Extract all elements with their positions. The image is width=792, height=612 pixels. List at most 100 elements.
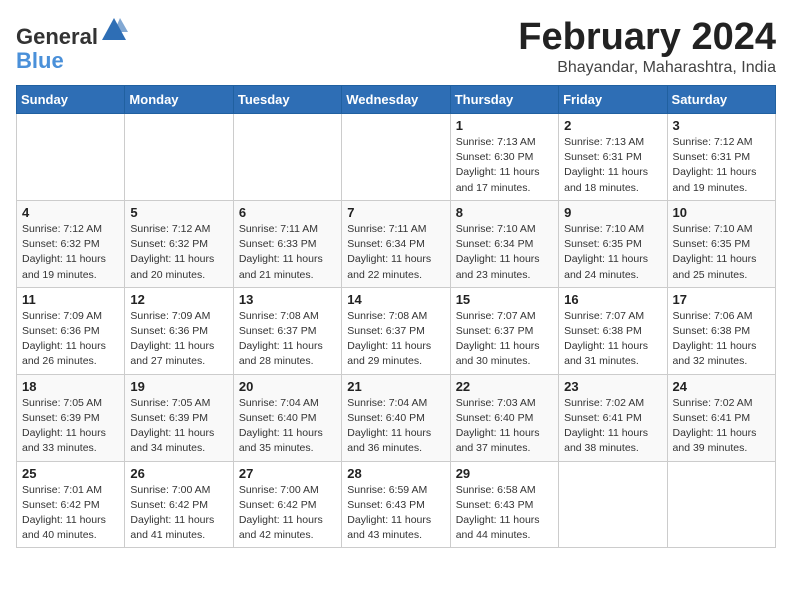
day-info: Sunrise: 7:13 AM Sunset: 6:30 PM Dayligh… [456, 135, 553, 196]
day-info: Sunrise: 7:10 AM Sunset: 6:34 PM Dayligh… [456, 222, 553, 283]
day-number: 6 [239, 205, 336, 220]
day-info: Sunrise: 7:11 AM Sunset: 6:33 PM Dayligh… [239, 222, 336, 283]
day-number: 13 [239, 292, 336, 307]
calendar-cell: 27Sunrise: 7:00 AM Sunset: 6:42 PM Dayli… [233, 461, 341, 548]
logo-icon [100, 16, 128, 44]
day-info: Sunrise: 7:07 AM Sunset: 6:37 PM Dayligh… [456, 309, 553, 370]
day-number: 9 [564, 205, 661, 220]
calendar-cell: 1 Sunrise: 7:13 AM Sunset: 6:30 PM Daylig… [450, 114, 558, 201]
day-info: Sunrise: 7:13 AM Sunset: 6:31 PM Dayligh… [564, 135, 661, 196]
day-info: Sunrise: 7:08 AM Sunset: 6:37 PM Dayligh… [347, 309, 444, 370]
calendar-cell: 13 Sunrise: 7:08 AM Sunset: 6:37 PM Dayli… [233, 287, 341, 374]
day-number: 1 [456, 118, 553, 133]
calendar-cell: 23Sunrise: 7:02 AM Sunset: 6:41 PM Dayli… [559, 374, 667, 461]
calendar-cell: 18 Sunrise: 7:05 AM Sunset: 6:39 PM Dayli… [17, 374, 125, 461]
day-number: 29 [456, 466, 553, 481]
day-info: Sunrise: 7:04 AM Sunset: 6:40 PM Dayligh… [239, 396, 336, 457]
day-number: 25 [22, 466, 119, 481]
calendar-cell: 7Sunrise: 7:11 AM Sunset: 6:34 PM Daylig… [342, 200, 450, 287]
day-number: 20 [239, 379, 336, 394]
day-info: Sunrise: 7:00 AM Sunset: 6:42 PM Dayligh… [130, 483, 227, 544]
day-number: 24 [673, 379, 770, 394]
calendar-cell: 9 Sunrise: 7:10 AM Sunset: 6:35 PM Daylig… [559, 200, 667, 287]
day-info: Sunrise: 7:07 AM Sunset: 6:38 PM Dayligh… [564, 309, 661, 370]
day-number: 17 [673, 292, 770, 307]
day-number: 27 [239, 466, 336, 481]
calendar-cell [559, 461, 667, 548]
day-number: 4 [22, 205, 119, 220]
day-info: Sunrise: 7:09 AM Sunset: 6:36 PM Dayligh… [130, 309, 227, 370]
day-info: Sunrise: 7:10 AM Sunset: 6:35 PM Dayligh… [564, 222, 661, 283]
day-number: 3 [673, 118, 770, 133]
day-number: 11 [22, 292, 119, 307]
logo-blue: Blue [16, 48, 64, 73]
calendar-cell: 17 Sunrise: 7:06 AM Sunset: 6:38 PM Dayli… [667, 287, 775, 374]
calendar-body: 1 Sunrise: 7:13 AM Sunset: 6:30 PM Daylig… [17, 114, 776, 548]
day-info: Sunrise: 7:05 AM Sunset: 6:39 PM Dayligh… [22, 396, 119, 457]
calendar-cell [667, 461, 775, 548]
calendar-cell: 22 Sunrise: 7:03 AM Sunset: 6:40 PM Dayli… [450, 374, 558, 461]
day-number: 5 [130, 205, 227, 220]
calendar-cell: 21 Sunrise: 7:04 AM Sunset: 6:40 PM Dayli… [342, 374, 450, 461]
day-info: Sunrise: 7:05 AM Sunset: 6:39 PM Dayligh… [130, 396, 227, 457]
day-number: 16 [564, 292, 661, 307]
logo: General Blue [16, 16, 128, 73]
day-number: 19 [130, 379, 227, 394]
day-info: Sunrise: 7:12 AM Sunset: 6:31 PM Dayligh… [673, 135, 770, 196]
day-info: Sunrise: 7:12 AM Sunset: 6:32 PM Dayligh… [130, 222, 227, 283]
day-info: Sunrise: 7:02 AM Sunset: 6:41 PM Dayligh… [673, 396, 770, 457]
title-block: February 2024 Bhayandar, Maharashtra, In… [518, 16, 776, 77]
day-number: 21 [347, 379, 444, 394]
day-number: 28 [347, 466, 444, 481]
day-info: Sunrise: 7:08 AM Sunset: 6:37 PM Dayligh… [239, 309, 336, 370]
day-info: Sunrise: 7:02 AM Sunset: 6:41 PM Dayligh… [564, 396, 661, 457]
calendar-title: February 2024 [518, 16, 776, 59]
calendar-cell: 10 Sunrise: 7:10 AM Sunset: 6:35 PM Dayli… [667, 200, 775, 287]
day-info: Sunrise: 7:09 AM Sunset: 6:36 PM Dayligh… [22, 309, 119, 370]
day-number: 12 [130, 292, 227, 307]
calendar-cell: 15 Sunrise: 7:07 AM Sunset: 6:37 PM Dayli… [450, 287, 558, 374]
day-info: Sunrise: 7:06 AM Sunset: 6:38 PM Dayligh… [673, 309, 770, 370]
day-number: 2 [564, 118, 661, 133]
calendar-cell: 6 Sunrise: 7:11 AM Sunset: 6:33 PM Daylig… [233, 200, 341, 287]
day-info: Sunrise: 7:11 AM Sunset: 6:34 PM Dayligh… [347, 222, 444, 283]
day-number: 10 [673, 205, 770, 220]
weekday-header-row: SundayMondayTuesdayWednesdayThursdayFrid… [17, 86, 776, 114]
day-info: Sunrise: 7:04 AM Sunset: 6:40 PM Dayligh… [347, 396, 444, 457]
calendar-cell: 14 Sunrise: 7:08 AM Sunset: 6:37 PM Dayli… [342, 287, 450, 374]
day-number: 15 [456, 292, 553, 307]
calendar-cell: 24 Sunrise: 7:02 AM Sunset: 6:41 PM Dayli… [667, 374, 775, 461]
weekday-header: Friday [559, 86, 667, 114]
calendar-table: SundayMondayTuesdayWednesdayThursdayFrid… [16, 85, 776, 548]
weekday-header: Thursday [450, 86, 558, 114]
page-header: General Blue February 2024 Bhayandar, Ma… [16, 16, 776, 77]
day-number: 22 [456, 379, 553, 394]
calendar-cell: 28 Sunrise: 6:59 AM Sunset: 6:43 PM Dayli… [342, 461, 450, 548]
weekday-header: Wednesday [342, 86, 450, 114]
calendar-cell [233, 114, 341, 201]
day-info: Sunrise: 6:59 AM Sunset: 6:43 PM Dayligh… [347, 483, 444, 544]
day-info: Sunrise: 7:10 AM Sunset: 6:35 PM Dayligh… [673, 222, 770, 283]
calendar-week-row: 18 Sunrise: 7:05 AM Sunset: 6:39 PM Dayli… [17, 374, 776, 461]
weekday-header: Monday [125, 86, 233, 114]
day-number: 18 [22, 379, 119, 394]
calendar-cell: 19 Sunrise: 7:05 AM Sunset: 6:39 PM Dayli… [125, 374, 233, 461]
weekday-header: Tuesday [233, 86, 341, 114]
calendar-cell: 8Sunrise: 7:10 AM Sunset: 6:34 PM Daylig… [450, 200, 558, 287]
calendar-week-row: 11 Sunrise: 7:09 AM Sunset: 6:36 PM Dayli… [17, 287, 776, 374]
day-info: Sunrise: 7:01 AM Sunset: 6:42 PM Dayligh… [22, 483, 119, 544]
calendar-cell: 29Sunrise: 6:58 AM Sunset: 6:43 PM Dayli… [450, 461, 558, 548]
logo-general: General [16, 24, 98, 49]
day-info: Sunrise: 7:03 AM Sunset: 6:40 PM Dayligh… [456, 396, 553, 457]
calendar-cell: 4 Sunrise: 7:12 AM Sunset: 6:32 PM Daylig… [17, 200, 125, 287]
calendar-week-row: 1 Sunrise: 7:13 AM Sunset: 6:30 PM Daylig… [17, 114, 776, 201]
calendar-cell [125, 114, 233, 201]
calendar-subtitle: Bhayandar, Maharashtra, India [518, 59, 776, 77]
day-number: 14 [347, 292, 444, 307]
calendar-week-row: 4 Sunrise: 7:12 AM Sunset: 6:32 PM Daylig… [17, 200, 776, 287]
calendar-cell [342, 114, 450, 201]
calendar-cell: 25 Sunrise: 7:01 AM Sunset: 6:42 PM Dayli… [17, 461, 125, 548]
calendar-cell: 11 Sunrise: 7:09 AM Sunset: 6:36 PM Dayli… [17, 287, 125, 374]
day-info: Sunrise: 7:12 AM Sunset: 6:32 PM Dayligh… [22, 222, 119, 283]
calendar-cell: 5 Sunrise: 7:12 AM Sunset: 6:32 PM Daylig… [125, 200, 233, 287]
